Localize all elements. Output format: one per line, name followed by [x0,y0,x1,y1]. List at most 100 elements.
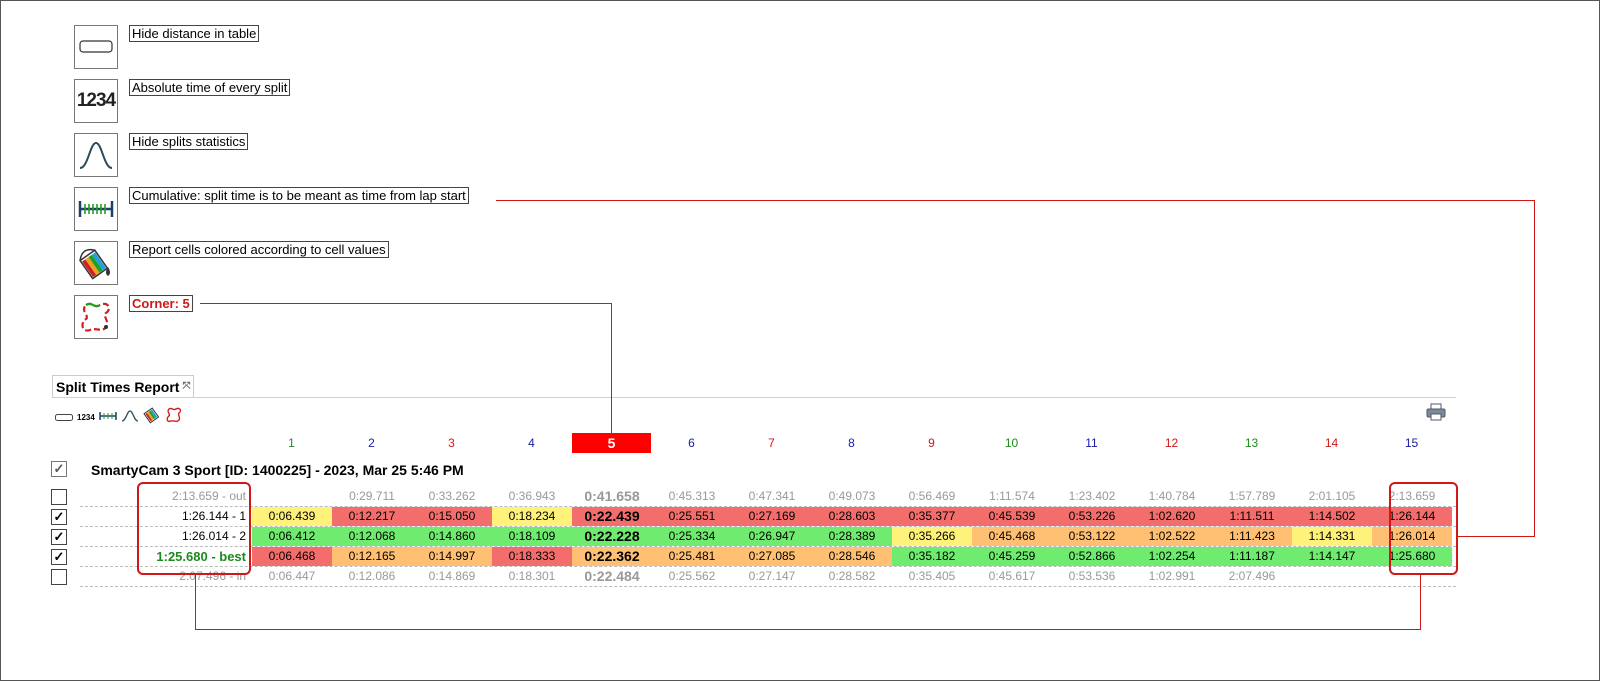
split-time-cell: 0:36.943 [508,489,556,503]
split-time-cell: 1:40.784 [1148,489,1196,503]
split-time-cell: 0:18.234 [492,507,572,526]
split-time-cell: 0:45.617 [988,569,1036,583]
lap-checkbox[interactable]: ✓ [51,529,67,545]
split-column-header[interactable]: 15 [1372,433,1451,453]
absolute-time-icon-text: 1234 [76,90,116,111]
split-time-cell: 0:28.546 [812,547,892,566]
split-time-cell: 0:22.484 [584,568,640,584]
split-column-header[interactable]: 9 [892,433,971,453]
split-column-header[interactable]: 1 [252,433,331,453]
split-time-cell: 0:35.377 [892,507,972,526]
split-time-cell: 1:11.511 [1212,507,1292,526]
split-time-cell: 1:02.254 [1132,547,1212,566]
split-column-header[interactable]: 2 [332,433,411,453]
print-icon[interactable] [1426,403,1446,426]
legend-hide-distance-label: Hide distance in table [129,25,260,42]
split-time-cell: 0:41.658 [584,488,640,504]
split-time-cell: 0:56.469 [908,489,956,503]
report-toolbar: 1234 [55,406,183,429]
split-column-header[interactable]: 8 [812,433,891,453]
track-map-icon[interactable] [74,295,118,339]
split-time-cell: 0:22.228 [572,527,652,546]
split-column-header[interactable]: 14 [1292,433,1371,453]
split-column-header[interactable]: 4 [492,433,571,453]
box-connector-left [195,575,196,630]
split-time-cell: 0:26.947 [732,527,812,546]
paint-bucket-icon[interactable] [74,241,118,285]
split-column-header[interactable]: 5 [572,433,651,453]
legend-colored-label: Report cells colored according to cell v… [129,241,389,258]
split-time-cell: 0:53.226 [1052,507,1132,526]
toolbar-paint-bucket-icon[interactable] [143,406,161,429]
cumulative-connector-bottom [1458,536,1535,537]
split-time-cell: 0:12.165 [332,547,412,566]
toolbar-bell-curve-icon[interactable] [121,409,139,427]
table-row[interactable]: 1:26.144 - 1 0:06.439 0:12.217 0:15.050 0:18… [80,507,1456,527]
cumulative-icon[interactable] [74,187,118,231]
split-time-cell: 0:49.073 [828,489,876,503]
split-time-cell: 1:11.187 [1212,547,1292,566]
tab-title: Split Times Report [56,379,180,395]
toolbar-absolute-time-icon[interactable]: 1234 [77,413,95,422]
table-row[interactable]: 2:13.659 - out 0:29.711 0:33.262 0:36.943 0:… [80,487,1456,507]
split-time-cell: 0:22.362 [572,547,652,566]
table-row[interactable]: 1:25.680 - best 0:06.468 0:12.165 0:14.997 0… [80,547,1456,567]
last-split-highlight-box [1389,482,1458,575]
toolbar-cumulative-icon[interactable] [99,409,117,427]
split-time-cell: 0:45.539 [972,507,1052,526]
device-checkbox[interactable]: ✓ [51,461,67,477]
lap-checkbox[interactable] [51,569,67,585]
bell-curve-icon[interactable] [74,133,118,177]
cumulative-connector-right [1534,200,1535,537]
device-title: SmartyCam 3 Sport [ID: 1400225] - 2023, … [91,462,464,478]
split-time-cell: 0:33.262 [428,489,476,503]
tab-split-times-report[interactable]: Split Times Report ⤧ [52,375,195,398]
split-time-cell: 0:14.869 [428,569,476,583]
toolbar-track-map-icon[interactable] [165,406,183,429]
split-time-cell [1292,567,1372,586]
split-time-cell: 1:11.423 [1212,527,1292,546]
hide-distance-icon[interactable] [74,25,118,69]
split-time-cell: 0:06.439 [252,507,332,526]
split-time-cell: 0:06.468 [252,547,332,566]
split-time-cell: 1:14.331 [1292,527,1372,546]
corner-connector-v [611,303,612,436]
lap-checkbox[interactable] [51,489,67,505]
split-time-cell: 0:35.266 [892,527,972,546]
split-time-cell: 2:01.105 [1308,489,1356,503]
split-time-cell: 0:25.334 [652,527,732,546]
split-time-cell: 0:45.468 [972,527,1052,546]
split-time-cell: 0:45.259 [972,547,1052,566]
box-connector-bottom [195,629,1421,630]
split-column-header[interactable]: 7 [732,433,811,453]
split-column-header[interactable]: 12 [1132,433,1211,453]
split-time-cell: 0:12.086 [348,569,396,583]
toolbar-hide-distance-icon[interactable] [55,409,73,427]
split-time-cell: 0:28.603 [812,507,892,526]
split-column-header[interactable]: 3 [412,433,491,453]
absolute-time-icon[interactable]: 1234 [74,79,118,123]
lap-checkbox[interactable]: ✓ [51,549,67,565]
legend-corner-label: Corner: 5 [129,295,193,312]
split-time-cell: 0:25.481 [652,547,732,566]
tab-close-icon[interactable]: ⤧ [182,381,190,392]
split-time-cell: 1:57.789 [1228,489,1276,503]
split-time-cell: 0:25.562 [668,569,716,583]
split-time-cell: 0:12.068 [332,527,412,546]
split-column-header[interactable]: 11 [1052,433,1131,453]
split-time-cell: 1:02.991 [1148,569,1196,583]
split-time-cell: 0:35.182 [892,547,972,566]
split-time-cell: 0:14.860 [412,527,492,546]
split-time-cell: 0:53.122 [1052,527,1132,546]
split-column-header[interactable]: 10 [972,433,1051,453]
split-column-header[interactable]: 6 [652,433,731,453]
table-row[interactable]: 1:26.014 - 2 0:06.412 0:12.068 0:14.860 0:18… [80,527,1456,547]
table-row[interactable]: 2:07.496 - in 0:06.447 0:12.086 0:14.869 0:1… [80,567,1456,587]
split-column-header[interactable]: 13 [1212,433,1291,453]
split-time-cell: 0:14.997 [412,547,492,566]
split-time-cell: 0:53.536 [1068,569,1116,583]
split-time-cell: 1:14.147 [1292,547,1372,566]
lap-checkbox[interactable]: ✓ [51,509,67,525]
corner-connector-h [200,303,612,304]
split-time-cell: 0:52.866 [1052,547,1132,566]
